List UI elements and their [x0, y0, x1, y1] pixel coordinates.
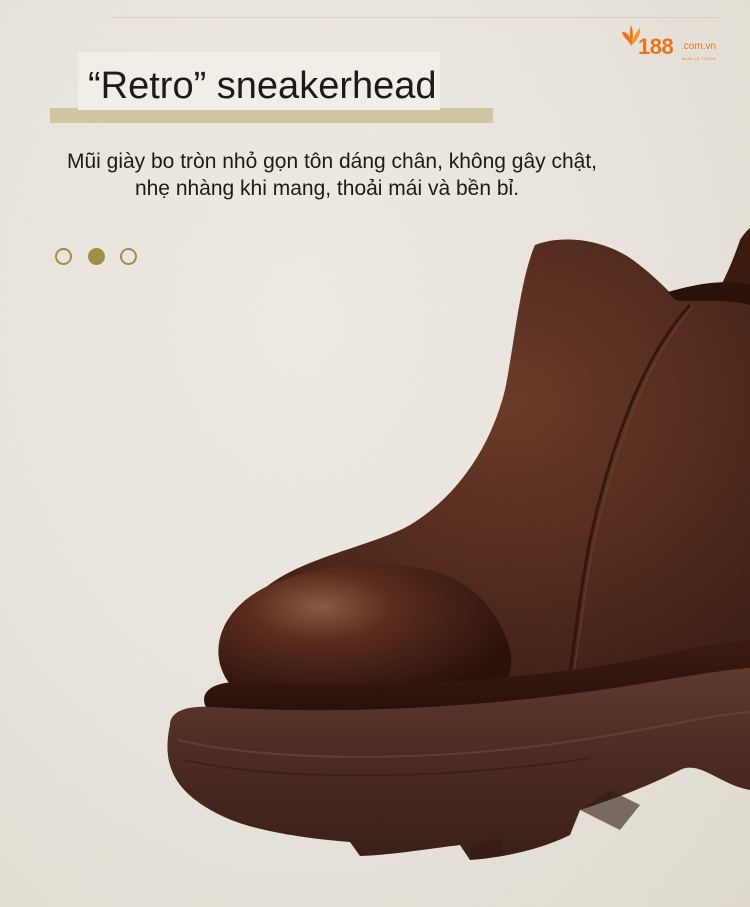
product-detail-banner: 188 .com.vn MUA LÀ THÍCH “Retro” sneaker… — [0, 0, 750, 907]
boot-product-image — [167, 228, 750, 860]
